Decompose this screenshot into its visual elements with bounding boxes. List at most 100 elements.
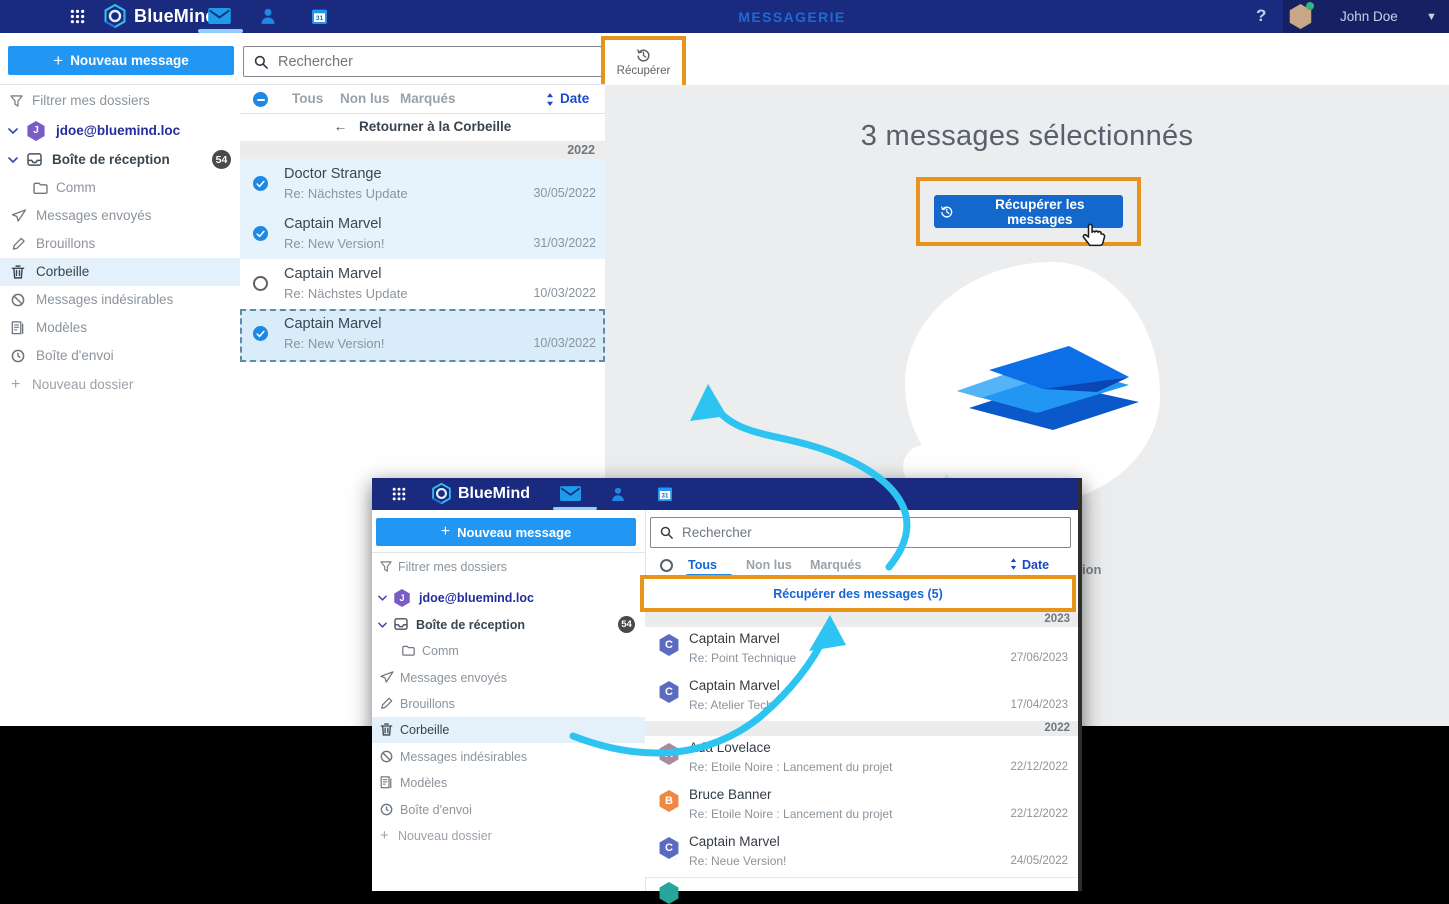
message-checkbox-checked[interactable] bbox=[253, 326, 268, 341]
message-row: B Bruce Banner Re: Etoile Noire : Lancem… bbox=[645, 783, 1078, 831]
back-arrow-icon: ← bbox=[334, 119, 348, 134]
message-row[interactable]: Captain Marvel Re: Nächstes Update 10/03… bbox=[240, 259, 605, 310]
message-checkbox-unchecked[interactable] bbox=[253, 276, 268, 291]
sidebar-item-comm[interactable]: Comm bbox=[0, 174, 240, 202]
chevron-down-icon[interactable] bbox=[8, 128, 18, 134]
select-all-checkbox bbox=[660, 559, 673, 572]
user-caret-down-icon[interactable]: ▼ bbox=[1426, 11, 1437, 23]
inset-navbar: BlueMind bbox=[372, 478, 1078, 510]
back-to-trash-button[interactable]: ← Retourner à la Corbeille bbox=[240, 113, 605, 142]
contacts-tab-icon bbox=[610, 486, 626, 502]
search-box bbox=[650, 517, 1071, 548]
action-row: + Nouveau message Récupérer bbox=[0, 33, 1449, 85]
sidebar-account[interactable]: J jdoe@bluemind.loc bbox=[0, 117, 240, 145]
message-checkbox-checked[interactable] bbox=[253, 176, 268, 191]
new-folder-button: + Nouveau dossier bbox=[372, 823, 645, 849]
brand-title: BlueMind bbox=[458, 485, 530, 503]
tab-unread[interactable]: Non lus bbox=[340, 85, 390, 113]
filter-folders[interactable]: Filtrer mes dossiers bbox=[0, 87, 240, 115]
message-row: C Captain Marvel Re: Point Technique 27/… bbox=[645, 627, 1078, 675]
sidebar-item-sent[interactable]: Messages envoyés bbox=[0, 202, 240, 230]
sidebar-item-inbox[interactable]: Boîte de réception 54 bbox=[0, 146, 240, 174]
search-icon bbox=[254, 55, 268, 69]
hand-cursor-icon bbox=[1082, 219, 1106, 247]
top-navbar: BlueMind MESSAGERIE ? John Doe ▼ bbox=[0, 0, 1449, 33]
recover-cta-highlight: Récupérer les messages bbox=[916, 177, 1141, 246]
tab-flagged[interactable]: Marqués bbox=[400, 85, 456, 113]
tab-all[interactable]: Tous bbox=[292, 85, 323, 113]
user-name[interactable]: John Doe bbox=[1340, 9, 1398, 24]
account-avatar: J bbox=[393, 589, 411, 607]
sidebar-item-templates[interactable]: Modèles bbox=[0, 314, 240, 342]
list-header: Tous Non lus Marqués Date bbox=[240, 85, 605, 114]
sender-avatar: A bbox=[658, 743, 680, 765]
plus-icon: + bbox=[380, 823, 389, 849]
contacts-tab-icon[interactable] bbox=[259, 7, 277, 25]
message-row: A Ada Lovelace Re: Etoile Noire : Lancem… bbox=[645, 736, 1078, 784]
calendar-tab-icon bbox=[657, 486, 673, 502]
new-message-button[interactable]: + Nouveau message bbox=[8, 46, 234, 75]
plus-icon: + bbox=[53, 51, 63, 71]
clock-icon bbox=[380, 803, 393, 816]
clipped-sender-avatar bbox=[658, 882, 680, 904]
recover-toolbar-button[interactable]: Récupérer bbox=[605, 40, 682, 85]
sidebar-item-inbox: Boîte de réception 54 bbox=[372, 612, 645, 638]
calendar-tab-icon[interactable] bbox=[311, 8, 328, 25]
sidebar-item-comm: Comm bbox=[372, 638, 645, 664]
block-icon bbox=[11, 293, 25, 307]
message-row[interactable]: Doctor Strange Re: Nächstes Update 30/05… bbox=[240, 159, 605, 210]
select-all-checkbox-indeterminate[interactable] bbox=[253, 92, 268, 107]
paper-stack-illustration bbox=[947, 328, 1147, 446]
sidebar-item-drafts: Brouillons bbox=[372, 691, 645, 717]
sidebar-item-trash: Corbeille bbox=[372, 717, 645, 743]
clock-icon bbox=[11, 349, 25, 363]
recover-toolbar-highlight: Récupérer bbox=[601, 36, 686, 89]
trash-icon bbox=[11, 265, 25, 279]
sender-avatar: C bbox=[658, 681, 680, 703]
app-grid-icon[interactable] bbox=[70, 9, 85, 24]
mail-tab-active-underline bbox=[553, 507, 597, 510]
sidebar-item-outbox[interactable]: Boîte d'envoi bbox=[0, 342, 240, 370]
message-row[interactable]: Captain Marvel Re: New Version! 31/03/20… bbox=[240, 209, 605, 260]
sidebar-account: J jdoe@bluemind.loc bbox=[372, 585, 645, 611]
page-title: MESSAGERIE bbox=[738, 9, 845, 25]
search-input bbox=[680, 524, 1070, 541]
filter-folders: Filtrer mes dossiers bbox=[372, 554, 645, 580]
mail-tab-icon bbox=[560, 486, 581, 501]
sidebar-item-trash[interactable]: Corbeille bbox=[0, 258, 240, 286]
message-row-focused[interactable]: Captain Marvel Re: New Version! 10/03/20… bbox=[240, 309, 605, 362]
chevron-down-icon bbox=[378, 622, 387, 628]
inbox-icon bbox=[27, 153, 42, 166]
sidebar-item-drafts[interactable]: Brouillons bbox=[0, 230, 240, 258]
document-icon bbox=[11, 321, 24, 335]
trash-icon bbox=[380, 723, 393, 736]
document-icon bbox=[380, 776, 392, 789]
new-folder-button[interactable]: + Nouveau dossier bbox=[0, 371, 240, 399]
sidebar-item-junk[interactable]: Messages indésirables bbox=[0, 286, 240, 314]
folder-icon bbox=[402, 645, 415, 656]
app-grid-icon bbox=[392, 487, 406, 501]
funnel-icon bbox=[380, 561, 392, 572]
mail-tab-icon[interactable] bbox=[208, 8, 231, 24]
plus-icon: + bbox=[441, 523, 450, 541]
plus-icon: + bbox=[11, 371, 20, 399]
year-section-header: 2023 bbox=[645, 612, 1078, 627]
search-icon bbox=[660, 526, 673, 539]
presence-dot bbox=[1306, 2, 1314, 10]
account-avatar: J bbox=[26, 121, 46, 141]
sidebar-item-outbox: Boîte d'envoi bbox=[372, 797, 645, 823]
year-section-header: 2022 bbox=[645, 721, 1078, 736]
sort-by-date[interactable]: Date bbox=[560, 85, 589, 113]
send-icon bbox=[11, 209, 27, 222]
search-input[interactable] bbox=[276, 53, 601, 71]
clipped-text-fragment: ion bbox=[1082, 562, 1102, 577]
sort-arrows-icon[interactable] bbox=[546, 93, 554, 106]
message-checkbox-checked[interactable] bbox=[253, 226, 268, 241]
block-icon bbox=[380, 750, 393, 763]
message-row: C Captain Marvel Re: Neue Version! 24/05… bbox=[645, 830, 1078, 878]
pencil-icon bbox=[380, 697, 393, 710]
recover-messages-row-highlighted: Récupérer des messages (5) bbox=[640, 575, 1076, 612]
year-section-header: 2022 bbox=[240, 141, 605, 159]
help-icon[interactable]: ? bbox=[1256, 6, 1266, 26]
chevron-down-icon[interactable] bbox=[8, 157, 18, 163]
